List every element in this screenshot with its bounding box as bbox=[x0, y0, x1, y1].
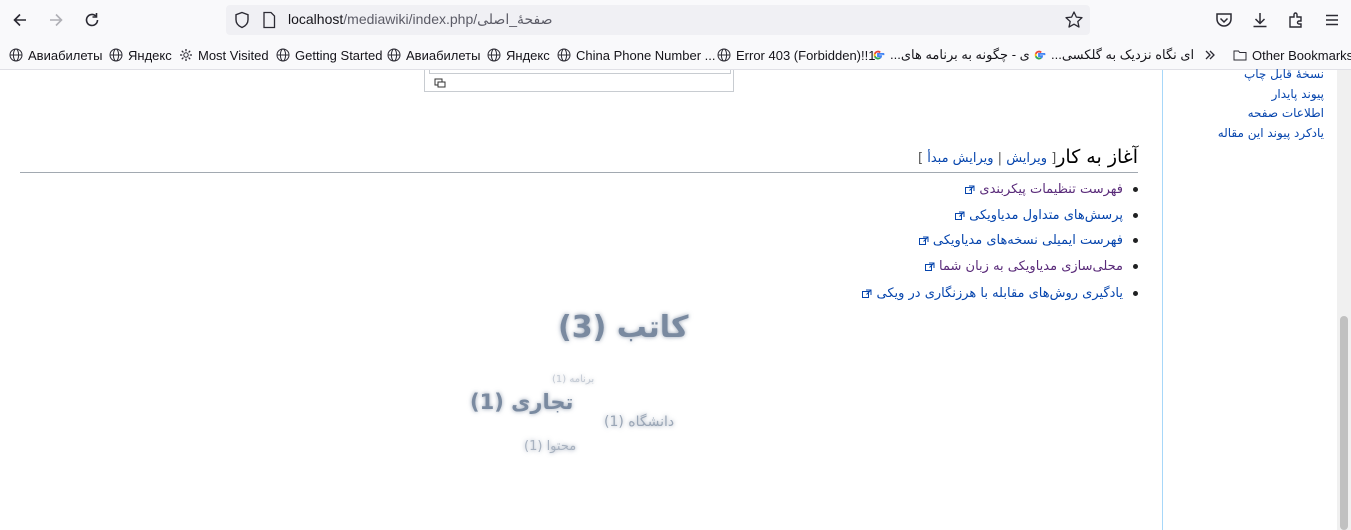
back-button[interactable] bbox=[8, 8, 32, 32]
edit-link[interactable]: ویرایش bbox=[1006, 151, 1047, 166]
list-item: یادگیری روش‌های مقابله با هرزنگاری در وی… bbox=[862, 286, 1138, 301]
edit-section-links: [ ویرایش | ویرایش مبدأ ] bbox=[918, 151, 1057, 166]
bookmark-item[interactable]: Error 403 (Forbidden)!!1 bbox=[717, 46, 875, 64]
tag-cloud-item[interactable]: تجاری (1) bbox=[470, 390, 573, 414]
other-bookmarks-label: Other Bookmarks bbox=[1252, 47, 1351, 63]
tag-cloud-item[interactable]: دانشگاه (1) bbox=[604, 414, 674, 430]
arrow-right-icon bbox=[50, 13, 63, 27]
reload-button[interactable] bbox=[80, 8, 104, 32]
external-window-icon[interactable] bbox=[434, 78, 446, 88]
bullet bbox=[1133, 238, 1138, 243]
tag-cloud-item[interactable]: برنامه (1) bbox=[552, 374, 594, 385]
tag-cloud-item[interactable]: محتوا (1) bbox=[524, 439, 576, 454]
globe-icon bbox=[276, 48, 290, 62]
scrollbar-thumb[interactable] bbox=[1340, 316, 1348, 530]
globe-icon bbox=[109, 48, 123, 62]
bookmark-star-icon[interactable] bbox=[1064, 10, 1084, 34]
list-link[interactable]: فهرست ایمیلی نسخه‌های مدیاویکی bbox=[933, 233, 1123, 248]
bookmark-label: Яндекс bbox=[128, 47, 172, 63]
section-heading: آغاز به کار bbox=[1056, 146, 1138, 168]
bookmark-label: Most Visited bbox=[198, 47, 269, 63]
bookmarks-overflow-button[interactable] bbox=[1203, 46, 1217, 64]
url-path: /mediawiki/index.php/صفحهٔ_اصلی bbox=[343, 11, 553, 27]
bookmark-label: China Phone Number ... bbox=[576, 47, 716, 63]
external-link-icon bbox=[862, 289, 872, 298]
globe-icon bbox=[9, 48, 23, 62]
search-input-fragment[interactable] bbox=[429, 70, 731, 74]
list-item: فهرست ایمیلی نسخه‌های مدیاویکی bbox=[918, 233, 1138, 248]
external-link-icon bbox=[965, 185, 975, 194]
forward-button[interactable] bbox=[44, 8, 68, 32]
shield-icon[interactable] bbox=[234, 11, 250, 33]
reload-icon bbox=[85, 13, 99, 27]
bookmark-item[interactable]: Яндекс bbox=[109, 46, 172, 64]
bookmarks-bar: Авиабилеты Яндекс Most Visited Getting S… bbox=[0, 41, 1351, 70]
external-link-icon bbox=[918, 236, 929, 245]
globe-icon bbox=[557, 48, 571, 62]
tag-cloud-item[interactable]: کاتب (3) bbox=[558, 310, 688, 345]
search-panel-fragment bbox=[424, 70, 734, 92]
list-link[interactable]: محلی‌سازی مدیاویکی به زبان شما bbox=[939, 259, 1123, 274]
sidebar-link-permalink[interactable]: پیوند پایدار bbox=[1272, 87, 1324, 101]
bookmark-item[interactable]: ...ای نگاه نزدیک به گلکسی bbox=[1032, 46, 1194, 64]
browser-toolbar: localhost/mediawiki/index.php/صفحهٔ_اصلی bbox=[0, 0, 1351, 41]
extensions-icon[interactable] bbox=[1284, 8, 1308, 32]
bookmark-label: Error 403 (Forbidden)!!1 bbox=[736, 47, 876, 63]
google-icon bbox=[873, 50, 885, 60]
bookmark-item[interactable]: China Phone Number ... bbox=[557, 46, 715, 64]
heading-divider bbox=[20, 172, 1138, 173]
external-link-icon bbox=[955, 211, 965, 220]
scrollbar[interactable] bbox=[1337, 70, 1351, 530]
bookmark-item[interactable]: Яндекс bbox=[487, 46, 550, 64]
bullet bbox=[1133, 213, 1138, 218]
gear-icon bbox=[180, 49, 192, 61]
bookmark-label: Яндекс bbox=[506, 47, 550, 63]
menu-icon[interactable] bbox=[1320, 8, 1344, 32]
sidebar-link-printable[interactable]: نسخهٔ قابل چاپ bbox=[1244, 67, 1324, 81]
list-item: محلی‌سازی مدیاویکی به زبان شما bbox=[925, 259, 1138, 274]
external-link-icon bbox=[925, 262, 935, 271]
sidebar-link-page-info[interactable]: اطلاعات صفحه bbox=[1248, 106, 1324, 120]
list-item: پرسش‌های متداول مدیاویکی bbox=[955, 208, 1138, 223]
bookmark-item[interactable]: Авиабилеты bbox=[387, 46, 480, 64]
google-icon bbox=[1034, 50, 1046, 60]
url-host: localhost bbox=[288, 11, 344, 27]
arrow-left-icon bbox=[13, 13, 26, 27]
edit-source-link[interactable]: ویرایش مبدأ bbox=[927, 151, 993, 166]
bookmark-label: Getting Started bbox=[295, 47, 383, 63]
sidebar: نسخهٔ قابل چاپ پیوند پایدار اطلاعات صفحه… bbox=[1162, 67, 1338, 530]
bookmark-label: Авиабилеты bbox=[406, 47, 481, 63]
bookmark-label: Авиабилеты bbox=[28, 47, 103, 63]
page-icon[interactable] bbox=[262, 11, 276, 33]
bookmark-label: ...ای نگاه نزدیک به گلکسی bbox=[1051, 47, 1195, 62]
globe-icon bbox=[487, 48, 501, 62]
double-chevron-right-icon bbox=[1205, 50, 1215, 60]
other-bookmarks-folder[interactable]: Other Bookmarks bbox=[1233, 46, 1351, 64]
sidebar-link-cite[interactable]: یادکرد پیوند این مقاله bbox=[1218, 126, 1324, 140]
globe-icon bbox=[717, 48, 731, 62]
download-icon[interactable] bbox=[1248, 8, 1272, 32]
bullet bbox=[1133, 264, 1138, 269]
globe-icon bbox=[387, 48, 401, 62]
list-link[interactable]: یادگیری روش‌های مقابله با هرزنگاری در وی… bbox=[876, 286, 1123, 301]
address-bar[interactable]: localhost/mediawiki/index.php/صفحهٔ_اصلی bbox=[226, 5, 1090, 35]
list-link[interactable]: پرسش‌های متداول مدیاویکی bbox=[969, 208, 1123, 223]
list-link[interactable]: فهرست تنظیمات پیکربندی bbox=[979, 182, 1123, 197]
bookmark-item[interactable]: ...ی - چگونه به برنامه های bbox=[871, 46, 1030, 64]
bookmark-item[interactable]: Getting Started bbox=[276, 46, 382, 64]
folder-icon bbox=[1233, 50, 1247, 61]
bookmark-item[interactable]: Most Visited bbox=[179, 46, 269, 64]
list-item: فهرست تنظیمات پیکربندی bbox=[965, 182, 1138, 197]
bookmark-item[interactable]: Авиабилеты bbox=[9, 46, 102, 64]
url-text[interactable]: localhost/mediawiki/index.php/صفحهٔ_اصلی bbox=[288, 11, 553, 28]
bookmark-label: ...ی - چگونه به برنامه های bbox=[890, 47, 1030, 62]
pocket-icon[interactable] bbox=[1212, 8, 1236, 32]
bullet bbox=[1133, 291, 1138, 296]
bullet bbox=[1133, 187, 1138, 192]
